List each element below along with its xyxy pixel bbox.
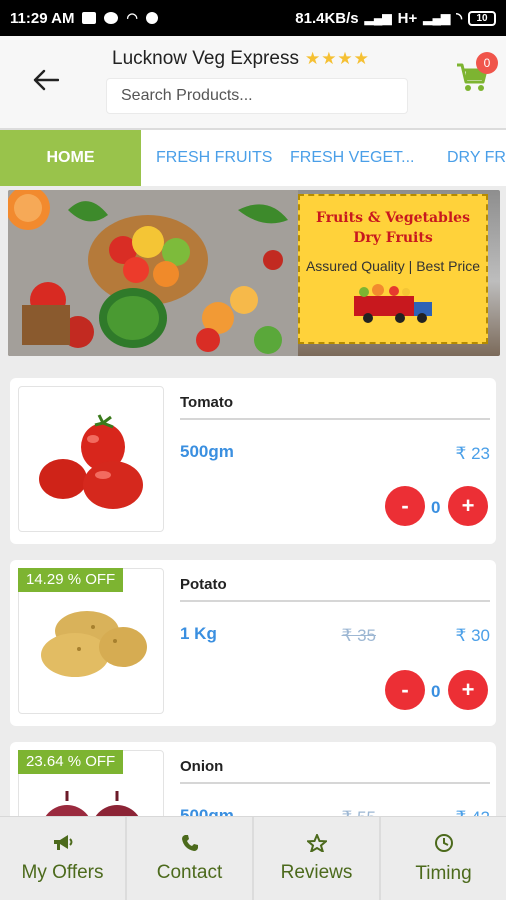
nav-label: Contact: [156, 861, 223, 883]
signal-icon: ▂▄▆: [364, 11, 392, 25]
category-tabs: HOME FRESH FRUITS FRESH VEGET... DRY FRU: [0, 128, 506, 186]
promo-tagline: Assured Quality | Best Price: [305, 258, 481, 274]
status-time: 11:29 AM: [10, 9, 75, 27]
promo-box: Fruits & Vegetables Dry Fruits Assured Q…: [298, 194, 488, 344]
wifi-small-icon: ◠: [126, 10, 138, 25]
discount-badge: 14.29 % OFF: [18, 568, 124, 592]
battery-icon: 10: [468, 10, 496, 26]
product-image-tomato: [18, 386, 164, 532]
nav-label: My Offers: [21, 861, 104, 883]
megaphone-icon: [53, 834, 72, 850]
message-icon: [82, 12, 97, 24]
product-card-tomato[interactable]: Tomato 500gm ₹ 23 - 0 +: [10, 378, 496, 544]
original-price: ₹ 35: [341, 626, 376, 645]
nav-label: Reviews: [280, 861, 353, 883]
tab-dry-fruits[interactable]: DRY FRU: [447, 130, 506, 186]
signal-icon-2: ▂▄▆: [423, 11, 451, 25]
tab-home[interactable]: HOME: [0, 130, 141, 186]
tab-fresh-vegetables[interactable]: FRESH VEGET...: [290, 130, 414, 186]
android-icon: [145, 12, 158, 24]
carrier-label: H+: [397, 9, 418, 27]
nav-contact[interactable]: Contact: [127, 817, 254, 900]
product-card-potato[interactable]: 14.29 % OFF Potato 1 Kg ₹ 35 ₹ 30 - 0 +: [10, 560, 496, 726]
product-price: ₹ 30: [455, 626, 490, 645]
back-button[interactable]: [30, 64, 62, 96]
fruit-basket-image: [8, 190, 298, 356]
app-header: Lucknow Veg Express ★★★★ 0: [0, 36, 506, 128]
increment-button[interactable]: +: [448, 486, 488, 526]
discount-badge: 23.64 % OFF: [18, 750, 124, 774]
divider: [180, 600, 490, 602]
nav-timing[interactable]: Timing: [381, 817, 506, 900]
app-notification-icon: [104, 12, 119, 24]
product-quantity: 500gm: [180, 442, 234, 461]
arrow-left-icon: [33, 69, 59, 91]
product-name: Tomato: [180, 394, 234, 411]
item-count: 0: [431, 498, 441, 517]
decrement-button[interactable]: -: [385, 670, 425, 710]
tab-fresh-fruits[interactable]: FRESH FRUITS: [156, 130, 272, 186]
star-icon: [306, 833, 327, 852]
promo-subheadline: Dry Fruits: [353, 230, 433, 246]
promo-headline: Fruits & Vegetables: [316, 210, 470, 226]
phone-icon: [181, 834, 198, 851]
store-title: Lucknow Veg Express ★★★★: [112, 48, 370, 70]
increment-button[interactable]: +: [448, 670, 488, 710]
decrement-button[interactable]: -: [385, 486, 425, 526]
bottom-navigation: My Offers Contact Reviews Timing: [0, 816, 506, 900]
status-bar: 11:29 AM ◠ 81.4KB/s ▂▄▆ H+ ▂▄▆ ◝ 10: [0, 0, 506, 36]
tomato-image: [39, 414, 143, 509]
wifi-icon: ◝: [456, 10, 462, 27]
store-name: Lucknow Veg Express: [112, 48, 299, 69]
divider: [180, 418, 490, 420]
promo-banner[interactable]: Fruits & Vegetables Dry Fruits Assured Q…: [8, 190, 500, 356]
product-name: Onion: [180, 758, 224, 775]
nav-label: Timing: [415, 862, 472, 884]
nav-reviews[interactable]: Reviews: [254, 817, 381, 900]
clock-icon: [434, 833, 453, 852]
cart-count-badge: 0: [476, 52, 498, 74]
network-speed: 81.4KB/s: [295, 9, 359, 27]
product-price: ₹ 23: [455, 444, 490, 463]
product-name: Potato: [180, 576, 227, 593]
product-quantity: 1 Kg: [180, 624, 217, 643]
rating-stars: ★★★★: [304, 49, 370, 68]
item-count: 0: [431, 682, 441, 701]
search-input[interactable]: [106, 78, 408, 114]
truck-logo: [354, 284, 432, 323]
nav-my-offers[interactable]: My Offers: [0, 817, 127, 900]
divider: [180, 782, 490, 784]
